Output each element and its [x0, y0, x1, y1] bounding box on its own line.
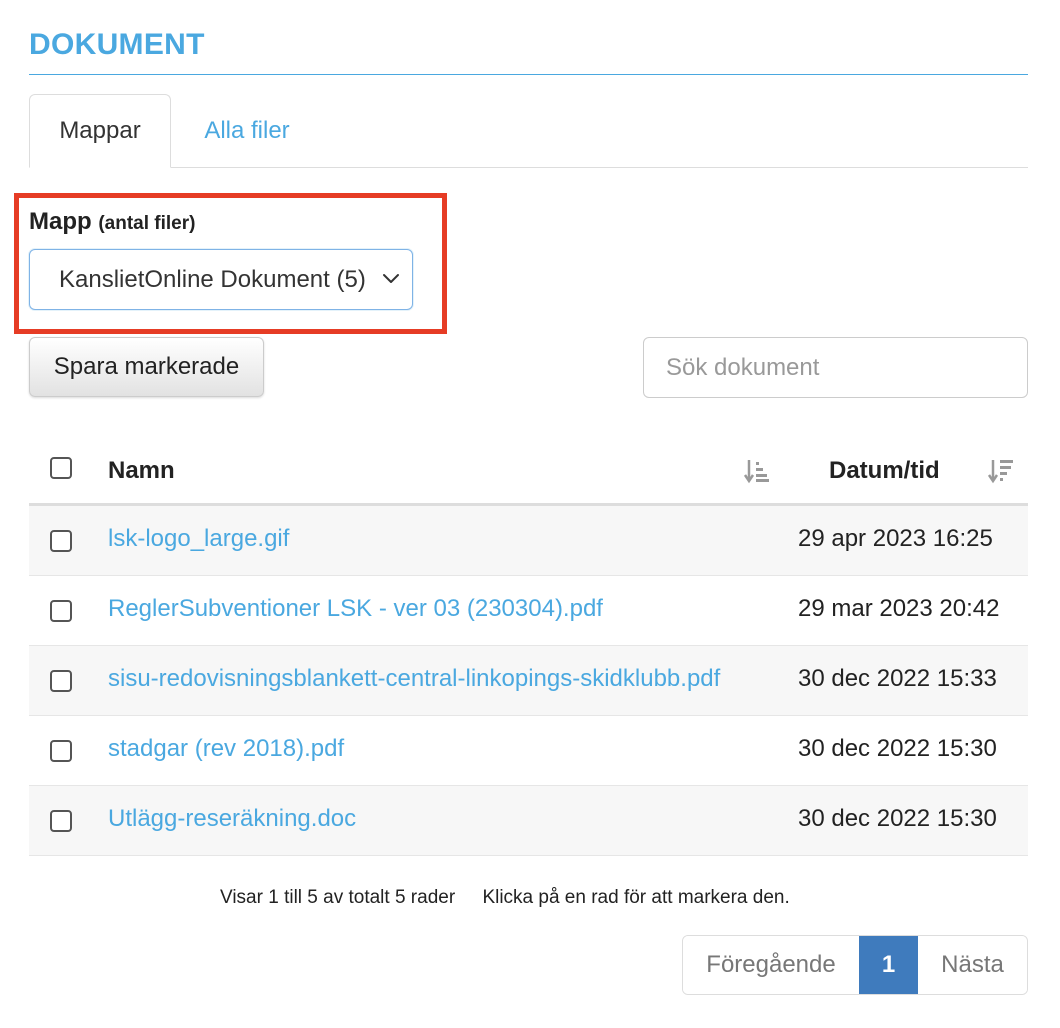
tab-bar: Mappar Alla filer: [29, 94, 1028, 168]
page-title: DOKUMENT: [29, 28, 205, 61]
column-header-name[interactable]: Namn: [108, 436, 175, 506]
page-1-button[interactable]: 1: [859, 936, 918, 994]
table-header: Namn Datum/tid: [29, 436, 1028, 506]
folder-label-sub: (antal filer): [98, 213, 196, 234]
folder-select-value: KanslietOnline Dokument (5): [59, 266, 366, 293]
folder-label: Mapp (antal filer): [29, 208, 195, 236]
sort-amount-icon[interactable]: [743, 456, 771, 486]
documents-table: Namn Datum/tid lsk-logo_large.gif 29 apr…: [29, 436, 1028, 856]
file-link[interactable]: sisu-redovisningsblankett-central-linkop…: [108, 646, 720, 716]
select-all-checkbox[interactable]: [50, 457, 72, 479]
table-info: Visar 1 till 5 av totalt 5 rader Klicka …: [220, 887, 790, 909]
table-row[interactable]: Utlägg-reseräkning.doc 30 dec 2022 15:30: [29, 786, 1028, 856]
row-count-text: Visar 1 till 5 av totalt 5 rader: [220, 887, 456, 908]
table-row[interactable]: ReglerSubventioner LSK - ver 03 (230304)…: [29, 576, 1028, 646]
row-checkbox[interactable]: [50, 740, 72, 762]
tab-mappar[interactable]: Mappar: [29, 94, 171, 168]
table-row[interactable]: sisu-redovisningsblankett-central-linkop…: [29, 646, 1028, 716]
save-selected-button[interactable]: Spara markerade: [29, 337, 264, 397]
tab-alla-filer[interactable]: Alla filer: [179, 94, 315, 168]
search-input[interactable]: [643, 337, 1028, 398]
file-link[interactable]: stadgar (rev 2018).pdf: [108, 716, 344, 786]
file-date: 29 apr 2023 16:25: [798, 525, 993, 552]
row-checkbox[interactable]: [50, 530, 72, 552]
pagination: Föregående 1 Nästa: [682, 935, 1028, 995]
column-header-date[interactable]: Datum/tid: [829, 436, 940, 506]
row-checkbox[interactable]: [50, 670, 72, 692]
file-date: 30 dec 2022 15:33: [798, 665, 997, 692]
file-date: 30 dec 2022 15:30: [798, 805, 997, 832]
row-checkbox[interactable]: [50, 810, 72, 832]
folder-label-text: Mapp: [29, 208, 92, 235]
folder-select[interactable]: KanslietOnline Dokument (5): [29, 249, 413, 310]
file-link[interactable]: Utlägg-reseräkning.doc: [108, 786, 356, 856]
file-link[interactable]: lsk-logo_large.gif: [108, 506, 289, 576]
file-date: 30 dec 2022 15:30: [798, 735, 997, 762]
previous-page-button[interactable]: Föregående: [683, 936, 859, 994]
file-link[interactable]: ReglerSubventioner LSK - ver 03 (230304)…: [108, 576, 603, 646]
table-row[interactable]: lsk-logo_large.gif 29 apr 2023 16:25: [29, 506, 1028, 576]
file-date: 29 mar 2023 20:42: [798, 595, 1000, 622]
table-row[interactable]: stadgar (rev 2018).pdf 30 dec 2022 15:30: [29, 716, 1028, 786]
next-page-button[interactable]: Nästa: [918, 936, 1027, 994]
chevron-down-icon: [383, 274, 399, 283]
row-checkbox[interactable]: [50, 600, 72, 622]
select-hint-text: Klicka på en rad för att markera den.: [482, 887, 790, 908]
title-divider: [29, 74, 1028, 75]
sort-desc-icon[interactable]: [987, 456, 1015, 486]
